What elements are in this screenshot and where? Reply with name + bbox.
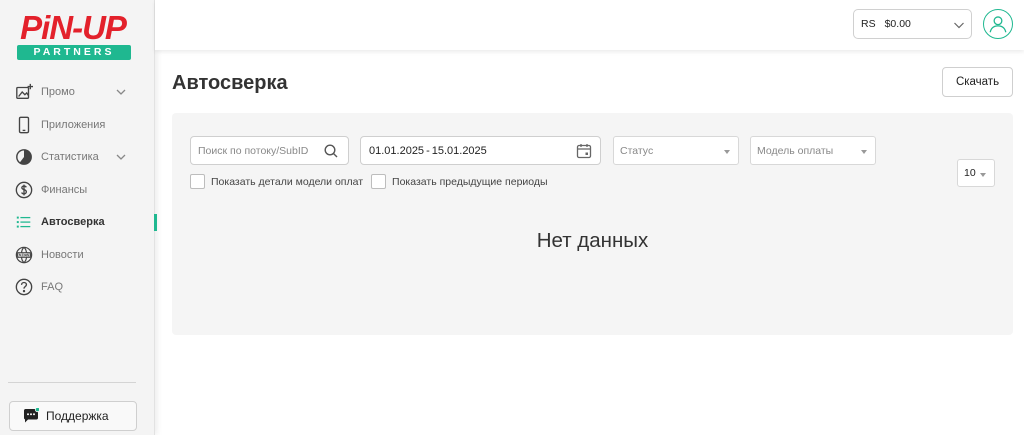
- dollar-icon: [14, 180, 34, 200]
- list-icon: [14, 212, 34, 232]
- top-bar: RS $0.00: [155, 0, 1024, 50]
- page-title: Автосверка: [172, 72, 288, 94]
- active-indicator: [154, 214, 157, 231]
- checkbox-label: Показать предыдущие периоды: [392, 175, 548, 188]
- reconciliation-panel: 01.01.2025 - 15.01.2025 Статус Модель оп…: [172, 113, 1013, 335]
- search-field[interactable]: [190, 136, 349, 165]
- show-previous-periods-checkbox[interactable]: Показать предыдущие периоды: [371, 174, 548, 189]
- status-select[interactable]: Статус: [613, 136, 739, 165]
- sidebar-item-autoreconciliation[interactable]: Автосверка: [0, 206, 157, 239]
- empty-state-text: Нет данных: [536, 229, 649, 252]
- sidebar-item-label: Статистика: [41, 151, 99, 164]
- phone-icon: [14, 115, 34, 135]
- logo-sub-text: PARTNERS: [17, 45, 131, 60]
- sidebar-item-statistics[interactable]: Статистика: [0, 141, 155, 174]
- sidebar-item-label: Автосверка: [41, 216, 105, 229]
- sidebar-item-news[interactable]: Новости: [0, 239, 155, 272]
- payment-model-select[interactable]: Модель оплаты: [750, 136, 876, 165]
- sidebar-item-label: FAQ: [41, 281, 64, 294]
- sidebar-item-label: Финансы: [41, 183, 88, 196]
- checkbox-label: Показать детали модели оплат: [211, 175, 364, 188]
- sidebar-item-promo[interactable]: Промо: [0, 76, 155, 109]
- news-icon: [14, 245, 34, 265]
- payment-model-placeholder: Модель оплаты: [757, 144, 834, 157]
- sidebar-item-label: Новости: [41, 248, 84, 261]
- status-select-placeholder: Статус: [620, 144, 654, 157]
- user-icon: [989, 16, 1007, 33]
- user-avatar[interactable]: [983, 9, 1013, 39]
- chat-icon: [23, 406, 41, 424]
- logo-main-text: PiN-UP: [20, 9, 127, 46]
- sidebar: PiN-UP PARTNERS Промо Приложения Статист…: [0, 0, 157, 435]
- search-icon[interactable]: [324, 144, 338, 158]
- support-label: Поддержка: [46, 409, 109, 423]
- pie-chart-icon: [14, 147, 34, 167]
- calendar-icon[interactable]: [576, 143, 592, 159]
- support-button[interactable]: Поддержка: [9, 401, 137, 431]
- promo-icon: [14, 82, 34, 102]
- filter-checkboxes: Показать детали модели оплат Показать пр…: [190, 174, 556, 189]
- chevron-down-icon: [116, 89, 126, 95]
- sidebar-nav: Промо Приложения Статистика Финансы Авто…: [0, 76, 157, 304]
- chevron-down-icon: [954, 22, 964, 29]
- question-icon: [14, 277, 34, 297]
- caret-down-icon: [724, 150, 730, 154]
- currency-code: RS: [861, 18, 876, 30]
- show-model-details-checkbox[interactable]: Показать детали модели оплат: [190, 174, 363, 189]
- balance-dropdown[interactable]: RS $0.00: [853, 9, 972, 39]
- sidebar-item-label: Приложения: [41, 118, 106, 131]
- search-input[interactable]: [198, 137, 318, 164]
- sidebar-divider: [8, 382, 136, 383]
- balance-amount: $0.00: [884, 18, 911, 30]
- date-from: 01.01.2025: [369, 144, 425, 157]
- date-range-picker[interactable]: 01.01.2025 - 15.01.2025: [360, 136, 601, 165]
- caret-down-icon: [861, 150, 867, 154]
- pin-up-partners-logo[interactable]: PiN-UP PARTNERS: [14, 10, 132, 62]
- checkbox-box[interactable]: [190, 174, 205, 189]
- download-button[interactable]: Скачать: [942, 67, 1013, 97]
- sidebar-item-label: Промо: [41, 86, 75, 99]
- date-separator: -: [426, 144, 430, 157]
- checkbox-box[interactable]: [371, 174, 387, 189]
- chevron-down-icon: [116, 154, 126, 160]
- sidebar-item-apps[interactable]: Приложения: [0, 109, 155, 142]
- page-size-value: 10: [964, 167, 976, 179]
- page-size-select[interactable]: 10: [957, 159, 995, 187]
- date-to: 15.01.2025: [431, 144, 487, 157]
- sidebar-item-finance[interactable]: Финансы: [0, 174, 155, 207]
- sidebar-item-faq[interactable]: FAQ: [0, 271, 155, 304]
- caret-down-icon: [980, 173, 986, 177]
